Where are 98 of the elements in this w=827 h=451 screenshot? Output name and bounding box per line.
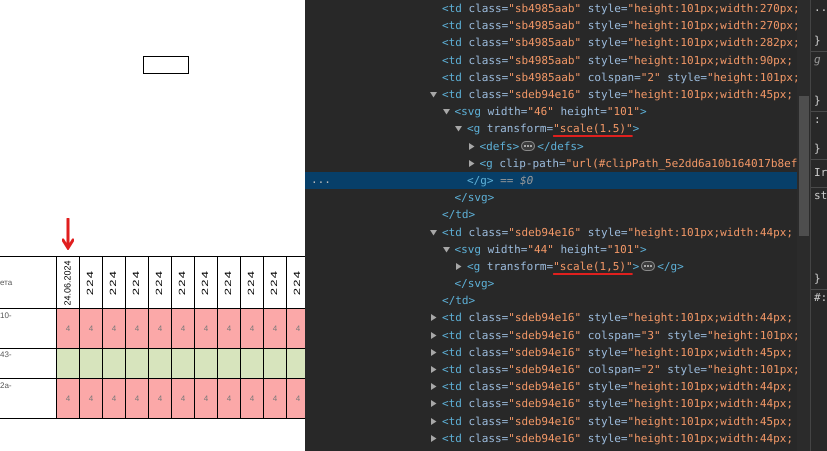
code-line[interactable]: <td class="sb4985aab" style="height:101px;width:270px; — [442, 2, 797, 16]
table-cell: 4 — [171, 379, 194, 418]
table-cell: 4 — [125, 309, 148, 348]
table-cell: 4 — [56, 379, 79, 418]
table-cell: 4 — [148, 379, 171, 418]
style-text: g — [814, 53, 822, 67]
table-cell: 4 — [148, 309, 171, 348]
code-line[interactable]: <g clip-path="url(#clipPath_5e2dd6a10b164017b8ef — [480, 156, 797, 170]
code-line[interactable]: <td class="sb4985aab" style="height:101px;width:282px; — [442, 36, 797, 50]
code-line[interactable]: <td class="sb4985aab" colspan="2" style="height:101px; — [442, 70, 797, 84]
column-header: 24.06.2024 — [63, 260, 73, 306]
table-cell-text: ета — [0, 277, 14, 289]
table-cell: 4 — [240, 379, 263, 418]
code-line[interactable]: </g> — [657, 260, 684, 273]
code-line[interactable]: <svg width="46" height="101"> — [454, 105, 647, 118]
column-header: 224 — [86, 270, 96, 296]
code-line[interactable]: <td class="sdeb94e16" style="height:101px;width:45px; — [442, 414, 794, 428]
table-cell: 4 — [102, 309, 125, 348]
column-header: 224 — [270, 270, 280, 296]
code-line[interactable]: <g transform="scale(1,5)"> — [467, 260, 640, 273]
code-line[interactable]: <td class="sdeb94e16" style="height:101px;width:44px; — [442, 397, 794, 410]
style-text: : — [814, 113, 822, 127]
code-line[interactable]: <td class="sdeb94e16" style="height:101px;width:44px; — [442, 226, 794, 239]
code-line[interactable]: <td class="sdeb94e16" style="height:101px;width:44px; — [442, 380, 794, 394]
table-cell: 4 — [263, 309, 286, 348]
triangle-right-icon[interactable] — [468, 142, 474, 150]
scrollbar[interactable] — [797, 0, 810, 451]
code-line[interactable]: </td> — [442, 208, 476, 222]
style-text: } — [814, 94, 822, 108]
triangle-right-icon[interactable] — [430, 332, 437, 339]
code-line[interactable]: <td class="sdeb94e16" colspan="2" style="height:101px; — [442, 363, 797, 376]
triangle-down-icon[interactable] — [455, 125, 462, 132]
column-header: 224 — [224, 270, 234, 296]
code-line[interactable]: <g transform="scale(1.5)"> — [467, 122, 640, 136]
style-text: } — [814, 272, 822, 286]
table-cell-text: 2a- — [0, 380, 13, 392]
triangle-down-icon[interactable] — [442, 108, 450, 116]
code-line[interactable]: </g> == $0 — [467, 174, 534, 187]
table-cell: 4 — [263, 379, 286, 418]
code-line[interactable]: <td class="sdeb94e16" colspan="3" style="height:101px; — [442, 328, 797, 342]
style-text: } — [814, 34, 822, 48]
table-cell: 4 — [56, 309, 79, 348]
arrow-icon — [62, 218, 74, 250]
code-line[interactable]: <td class="sdeb94e16" style="height:101px;width:45px; — [442, 88, 794, 102]
code-line[interactable]: </svg> — [454, 191, 494, 204]
triangle-right-icon[interactable] — [468, 160, 474, 167]
ellipsis-icon[interactable] — [521, 141, 536, 152]
scrollbar-thumb[interactable] — [799, 96, 809, 236]
triangle-right-icon[interactable] — [430, 348, 437, 356]
table-cell: 4 — [194, 379, 217, 418]
code-line[interactable]: <svg width="44" height="101"> — [454, 242, 647, 256]
triangle-down-icon[interactable] — [430, 228, 437, 236]
empty-box — [143, 56, 189, 74]
triangle-right-icon[interactable] — [430, 314, 437, 322]
table-cell: 4 — [102, 379, 125, 418]
code-line[interactable]: <td class="sdeb94e16" style="height:101px;width:44px; — [442, 432, 794, 445]
column-header: 224 — [178, 270, 188, 296]
code-line[interactable]: </svg> — [454, 277, 494, 290]
triangle-right-icon[interactable] — [430, 418, 437, 425]
table-cell: 4 — [240, 309, 263, 348]
style-text: st — [814, 189, 827, 203]
table-cell: 4 — [286, 309, 305, 348]
style-text: } — [814, 142, 822, 156]
column-header: 224 — [155, 270, 165, 296]
table-cell: 4 — [217, 309, 240, 348]
table-cell: 4 — [125, 379, 148, 418]
column-header: 224 — [247, 270, 257, 296]
column-header: 224 — [132, 270, 142, 296]
table-cell-text: 10- — [0, 310, 13, 322]
ellipsis-icon[interactable] — [641, 261, 656, 272]
style-text: .. — [814, 1, 827, 15]
column-header: 224 — [109, 270, 119, 296]
style-text: Ir — [814, 166, 827, 180]
triangle-right-icon[interactable] — [430, 383, 437, 390]
style-text: #: — [814, 291, 827, 305]
triangle-right-icon[interactable] — [430, 434, 437, 442]
code-line[interactable]: <td class="sb4985aab" style="height:101px;width:270px; — [442, 19, 797, 32]
table-cell: 4 — [79, 309, 102, 348]
code-line[interactable]: <defs> — [480, 140, 520, 153]
table-cell: 4 — [217, 379, 240, 418]
triangle-down-icon[interactable] — [442, 246, 450, 253]
gutter-dots: ... — [311, 172, 331, 186]
triangle-right-icon[interactable] — [455, 262, 462, 270]
code-line[interactable]: <td class="sb4985aab" style="height:101px;width:90px; — [442, 54, 794, 67]
table-cell: 4 — [79, 379, 102, 418]
code-line[interactable]: <td class="sdeb94e16" style="height:101px;width:45px; — [442, 346, 794, 359]
code-line[interactable]: </td> — [442, 294, 476, 308]
table-cell-text: 43- — [0, 349, 13, 361]
table-cell: 4 — [171, 309, 194, 348]
triangle-right-icon[interactable] — [430, 366, 437, 374]
code-line[interactable]: </defs> — [537, 140, 584, 153]
column-header: 224 — [293, 270, 303, 296]
code-line[interactable]: <td class="sdeb94e16" style="height:101px;width:44px; — [442, 311, 794, 324]
column-header: 224 — [201, 270, 211, 296]
triangle-down-icon[interactable] — [430, 91, 437, 98]
triangle-right-icon[interactable] — [430, 400, 437, 408]
table-cell: 4 — [194, 309, 217, 348]
table-cell: 4 — [286, 379, 305, 418]
